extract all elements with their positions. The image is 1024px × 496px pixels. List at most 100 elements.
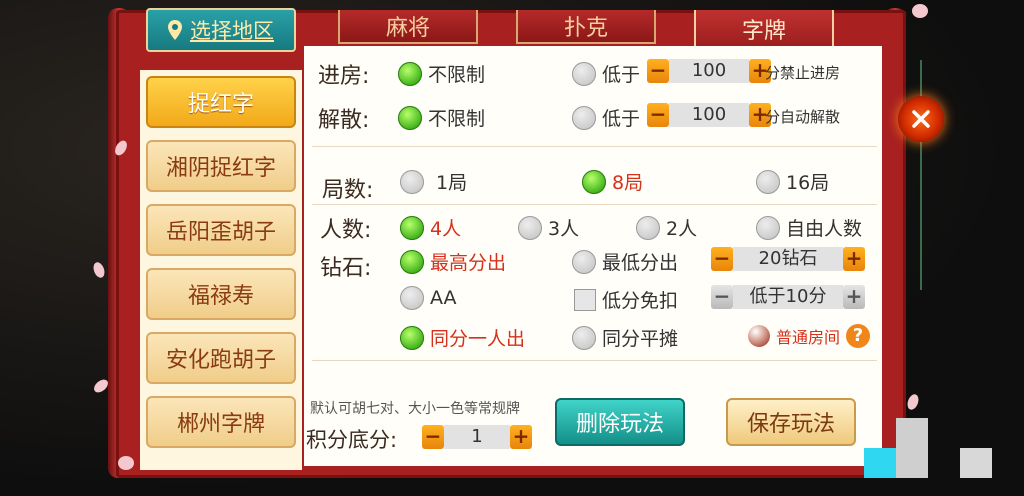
tab-poker[interactable]: 扑克 xyxy=(516,10,656,44)
tab-zipai-label: 字牌 xyxy=(741,19,786,44)
radio-unchecked-icon xyxy=(756,169,780,194)
game-item-yueyang[interactable]: 岳阳歪胡子 xyxy=(146,204,296,256)
diamond-aa-option[interactable]: AA xyxy=(400,286,457,310)
game-item-zhuohongzi[interactable]: 捉红字 xyxy=(146,76,296,128)
divider xyxy=(312,204,877,205)
game-item-chenzhou[interactable]: 郴州字牌 xyxy=(146,396,296,448)
select-region-tab[interactable]: 选择地区 xyxy=(146,8,296,52)
save-rule-button[interactable]: 保存玩法 xyxy=(726,398,856,446)
close-button[interactable] xyxy=(898,96,944,142)
select-region-label: 选择地区 xyxy=(190,19,274,43)
checkbox-icon xyxy=(574,288,596,311)
minus-button[interactable]: − xyxy=(647,103,669,127)
players-option-label: 3人 xyxy=(548,218,580,240)
enter-score-value[interactable]: 100 xyxy=(669,59,749,83)
diamond-low-exempt-option[interactable]: 低分免扣 xyxy=(574,286,678,313)
plus-button[interactable]: + xyxy=(843,247,865,271)
enter-unlimited-option[interactable]: 不限制 xyxy=(398,60,485,87)
diamond-highest-label: 最高分出 xyxy=(430,252,507,274)
corner-block xyxy=(896,418,928,478)
enter-below-option[interactable]: 低于 xyxy=(572,60,640,87)
dissolve-score-stepper: − 100 + xyxy=(647,102,771,128)
game-item-xiangyin[interactable]: 湘阴捉红字 xyxy=(146,140,296,192)
radio-unchecked-icon xyxy=(756,215,780,240)
game-item-anhua[interactable]: 安化跑胡子 xyxy=(146,332,296,384)
radio-checked-icon xyxy=(400,249,424,274)
flower-decoration xyxy=(118,456,134,470)
divider xyxy=(312,360,877,361)
dissolve-unlimited-option[interactable]: 不限制 xyxy=(398,104,485,131)
tab-zipai[interactable]: 字牌 xyxy=(694,10,834,50)
diamond-threshold-value[interactable]: 低于10分 xyxy=(733,285,843,309)
radio-unchecked-icon xyxy=(400,169,424,194)
rounds-option-label: 1局 xyxy=(436,172,468,194)
game-list: 捉红字 湘阴捉红字 岳阳歪胡子 福禄寿 安化跑胡子 郴州字牌 xyxy=(140,70,302,470)
tab-mahjong[interactable]: 麻将 xyxy=(338,10,478,44)
rounds-option-label: 16局 xyxy=(786,172,830,194)
radio-unchecked-icon xyxy=(572,61,596,86)
dissolve-below-option[interactable]: 低于 xyxy=(572,104,640,131)
game-item-label: 岳阳歪胡子 xyxy=(165,220,276,245)
diamond-tie-split-label: 同分平摊 xyxy=(602,328,679,350)
game-item-fulushou[interactable]: 福禄寿 xyxy=(146,268,296,320)
tassel-decoration xyxy=(920,60,922,290)
diamond-label: 钻石: xyxy=(320,256,372,281)
dissolve-below-label: 低于 xyxy=(602,108,641,130)
minus-button[interactable]: − xyxy=(711,247,733,271)
rules-note: 默认可胡七对、大小一色等常规牌 xyxy=(310,401,520,417)
players-option-free[interactable]: 自由人数 xyxy=(756,214,862,241)
help-icon[interactable]: ? xyxy=(846,324,871,348)
minus-button[interactable]: − xyxy=(422,425,444,449)
location-pin-icon xyxy=(168,20,182,40)
delete-rule-button[interactable]: 删除玩法 xyxy=(555,398,685,446)
diamond-lowest-option[interactable]: 最低分出 xyxy=(572,248,678,275)
diamond-threshold-stepper: − 低于10分 + xyxy=(711,284,865,310)
dissolve-unlimited-label: 不限制 xyxy=(428,108,486,130)
radio-checked-icon xyxy=(582,169,606,194)
enter-below-label: 低于 xyxy=(602,64,641,86)
rounds-option-8[interactable]: 8局 xyxy=(582,168,643,195)
players-option-4[interactable]: 4人 xyxy=(400,214,461,241)
enter-label: 进房: xyxy=(318,64,370,89)
room-orb-icon xyxy=(748,325,770,347)
diamond-lowest-label: 最低分出 xyxy=(602,252,679,274)
room-type-indicator[interactable]: 普通房间 ? xyxy=(748,324,871,348)
players-option-label: 自由人数 xyxy=(786,218,863,240)
radio-checked-icon xyxy=(398,61,422,86)
enter-score-stepper: − 100 + xyxy=(647,58,771,84)
plus-button[interactable]: + xyxy=(843,285,865,309)
radio-unchecked-icon xyxy=(572,105,596,130)
radio-checked-icon xyxy=(398,105,422,130)
corner-block xyxy=(864,448,896,478)
game-item-label: 郴州字牌 xyxy=(176,412,265,437)
diamond-tie-one-option[interactable]: 同分一人出 xyxy=(400,324,525,351)
flower-decoration xyxy=(912,4,928,18)
base-score-value[interactable]: 1 xyxy=(444,425,510,449)
radio-checked-icon xyxy=(400,215,424,240)
enter-unlimited-label: 不限制 xyxy=(428,64,486,86)
diamond-aa-label: AA xyxy=(430,287,457,309)
plus-button[interactable]: + xyxy=(510,425,532,449)
base-score-stepper: − 1 + xyxy=(422,424,532,450)
players-option-2[interactable]: 2人 xyxy=(636,214,697,241)
radio-unchecked-icon xyxy=(400,286,424,310)
diamond-tie-split-option[interactable]: 同分平摊 xyxy=(572,324,678,351)
radio-unchecked-icon xyxy=(572,249,596,274)
diamond-tie-one-label: 同分一人出 xyxy=(430,328,526,350)
rounds-option-1[interactable]: 1局 xyxy=(400,168,467,195)
diamond-amount-value[interactable]: 20钻石 xyxy=(733,247,843,271)
players-label: 人数: xyxy=(320,218,372,243)
minus-button[interactable]: − xyxy=(647,59,669,83)
base-score-label: 积分底分: xyxy=(306,428,398,452)
delete-rule-label: 删除玩法 xyxy=(575,412,664,437)
players-option-3[interactable]: 3人 xyxy=(518,214,579,241)
diamond-amount-stepper: − 20钻石 + xyxy=(711,246,865,272)
radio-unchecked-icon xyxy=(636,215,660,240)
room-type-label: 普通房间 xyxy=(776,328,841,347)
minus-button[interactable]: − xyxy=(711,285,733,309)
dissolve-label: 解散: xyxy=(318,108,370,133)
rounds-option-16[interactable]: 16局 xyxy=(756,168,829,195)
dissolve-score-value[interactable]: 100 xyxy=(669,103,749,127)
diamond-highest-option[interactable]: 最高分出 xyxy=(400,248,506,275)
tab-poker-label: 扑克 xyxy=(563,16,608,41)
